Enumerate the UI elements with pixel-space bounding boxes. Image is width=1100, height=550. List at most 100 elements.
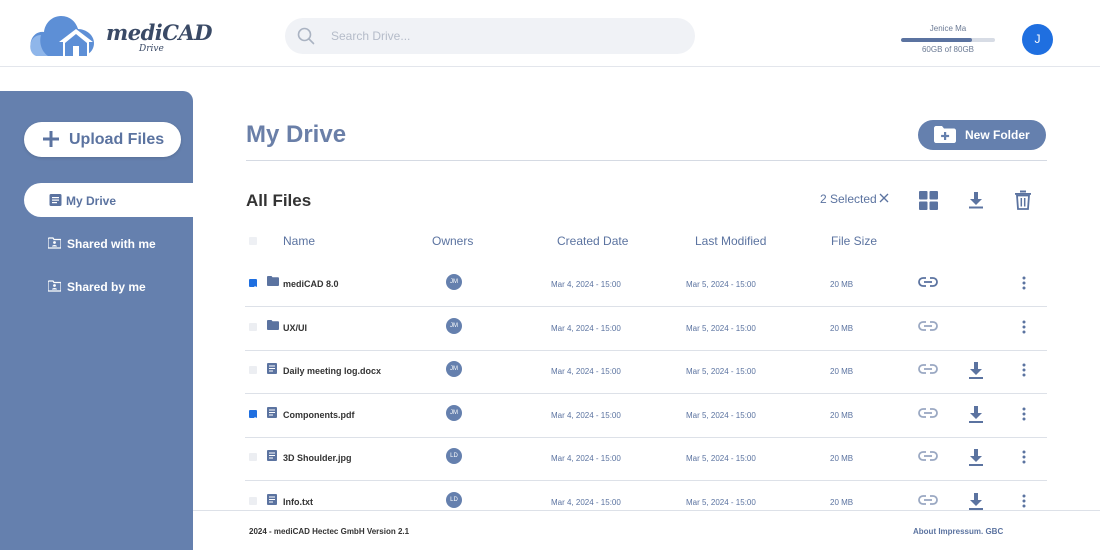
link-icon[interactable] [918,450,938,462]
brand-product: Drive [139,44,164,54]
document-icon [49,194,62,206]
more-options-icon[interactable] [1022,450,1026,464]
upload-files-button[interactable]: Upload Files [24,122,181,157]
row-checkbox[interactable] [249,410,257,422]
search-bar [285,18,695,54]
modified-date: Mar 5, 2024 - 15:00 [686,280,756,289]
document-icon [267,450,277,461]
file-name[interactable]: Info.txt [283,497,313,507]
file-name[interactable]: mediCAD 8.0 [283,279,339,289]
file-name[interactable]: Components.pdf [283,410,355,420]
file-size: 20 MB [830,411,854,420]
file-size: 20 MB [830,454,854,463]
footer-copyright: 2024 - mediCAD Hectec GmbH Version 2.1 [249,527,410,536]
file-name[interactable]: 3D Shoulder.jpg [283,453,352,463]
table-row[interactable]: UX/UI JM Mar 4, 2024 - 15:00 Mar 5, 2024 - … [245,307,1047,351]
modified-date: Mar 5, 2024 - 15:00 [686,411,756,420]
download-icon[interactable] [968,493,984,510]
row-checkbox[interactable] [249,497,257,505]
new-folder-button[interactable]: New Folder [918,120,1046,150]
created-date: Mar 4, 2024 - 15:00 [551,367,621,376]
upload-files-label: Upload Files [69,131,165,148]
created-date: Mar 4, 2024 - 15:00 [551,498,621,507]
shared-folder-icon [48,237,61,249]
column-header-owners[interactable]: Owners [432,234,473,248]
table-row[interactable]: 3D Shoulder.jpg LD Mar 4, 2024 - 15:00 Mar … [245,437,1047,481]
created-date: Mar 4, 2024 - 15:00 [551,411,621,420]
add-folder-icon [934,126,956,143]
link-icon[interactable] [918,363,938,375]
section-title: All Files [246,191,312,210]
sidebar-item-label: My Drive [66,194,117,208]
trash-icon[interactable] [1014,190,1032,210]
more-options-icon[interactable] [1022,494,1026,508]
sidebar-item-shared-with-me[interactable]: Shared with me [24,226,193,260]
modified-date: Mar 5, 2024 - 15:00 [686,498,756,507]
user-avatar[interactable]: J [1022,24,1053,55]
brand-name: mediCAD [106,20,212,45]
file-size: 20 MB [830,498,854,507]
page-title: My Drive [246,121,347,148]
search-icon[interactable] [297,27,315,45]
file-size: 20 MB [830,280,854,289]
storage-progress-fill [901,38,972,42]
storage-progress-bar [901,38,995,42]
select-all-checkbox[interactable] [249,237,257,245]
shared-folder-icon [48,280,61,292]
row-checkbox[interactable] [249,453,257,461]
folder-icon [267,276,279,286]
link-icon[interactable] [918,320,938,332]
download-icon[interactable] [967,191,985,209]
selection-count: 2 Selected [820,192,877,206]
search-input[interactable] [331,18,681,54]
modified-date: Mar 5, 2024 - 15:00 [686,367,756,376]
owner-avatar: LD [446,448,462,464]
file-size: 20 MB [830,324,854,333]
sidebar-item-shared-by-me[interactable]: Shared by me [24,269,193,303]
owner-avatar: LD [446,492,462,508]
document-icon [267,363,277,374]
sidebar: Upload Files My Drive Shared with me Sha… [0,91,193,550]
download-icon[interactable] [968,406,984,423]
column-header-name[interactable]: Name [283,234,315,248]
owner-avatar: JM [446,405,462,421]
column-header-last-modified[interactable]: Last Modified [695,234,766,248]
created-date: Mar 4, 2024 - 15:00 [551,280,621,289]
clear-selection-icon[interactable] [879,193,889,203]
download-icon[interactable] [968,362,984,379]
table-row[interactable]: Components.pdf JM Mar 4, 2024 - 15:00 Mar 5… [245,394,1047,438]
modified-date: Mar 5, 2024 - 15:00 [686,454,756,463]
storage-text: 60GB of 80GB [921,45,975,54]
row-checkbox[interactable] [249,279,257,291]
column-header-created-date[interactable]: Created Date [557,234,628,248]
link-icon[interactable] [918,494,938,506]
more-options-icon[interactable] [1022,320,1026,334]
link-icon[interactable] [918,407,938,419]
more-options-icon[interactable] [1022,407,1026,421]
medicad-drive-logo[interactable]: mediCAD Drive [28,12,212,58]
more-options-icon[interactable] [1022,363,1026,377]
document-icon [267,494,277,505]
table-row[interactable]: Daily meeting log.docx JM Mar 4, 2024 - 15… [245,350,1047,394]
footer-links[interactable]: About Impressum. GBC [913,527,1003,536]
sidebar-item-label: Shared with me [67,237,156,251]
grid-view-icon[interactable] [919,191,938,210]
table-row[interactable]: mediCAD 8.0 JM Mar 4, 2024 - 15:00 Mar 5, 2… [245,263,1047,307]
row-checkbox[interactable] [249,366,257,374]
check-icon [250,416,256,422]
column-header-file-size[interactable]: File Size [831,234,877,248]
file-size: 20 MB [830,367,854,376]
row-checkbox[interactable] [249,323,257,331]
file-name[interactable]: UX/UI [283,323,307,333]
modified-date: Mar 5, 2024 - 15:00 [686,324,756,333]
folder-icon [267,320,279,330]
created-date: Mar 4, 2024 - 15:00 [551,324,621,333]
more-options-icon[interactable] [1022,276,1026,290]
file-name[interactable]: Daily meeting log.docx [283,366,381,376]
download-icon[interactable] [968,449,984,466]
footer: 2024 - mediCAD Hectec GmbH Version 2.1 A… [193,510,1100,550]
link-icon[interactable] [918,276,938,288]
user-name: Jenice Ma [929,24,967,33]
document-icon [267,407,277,418]
sidebar-item-my-drive[interactable]: My Drive [24,183,193,217]
